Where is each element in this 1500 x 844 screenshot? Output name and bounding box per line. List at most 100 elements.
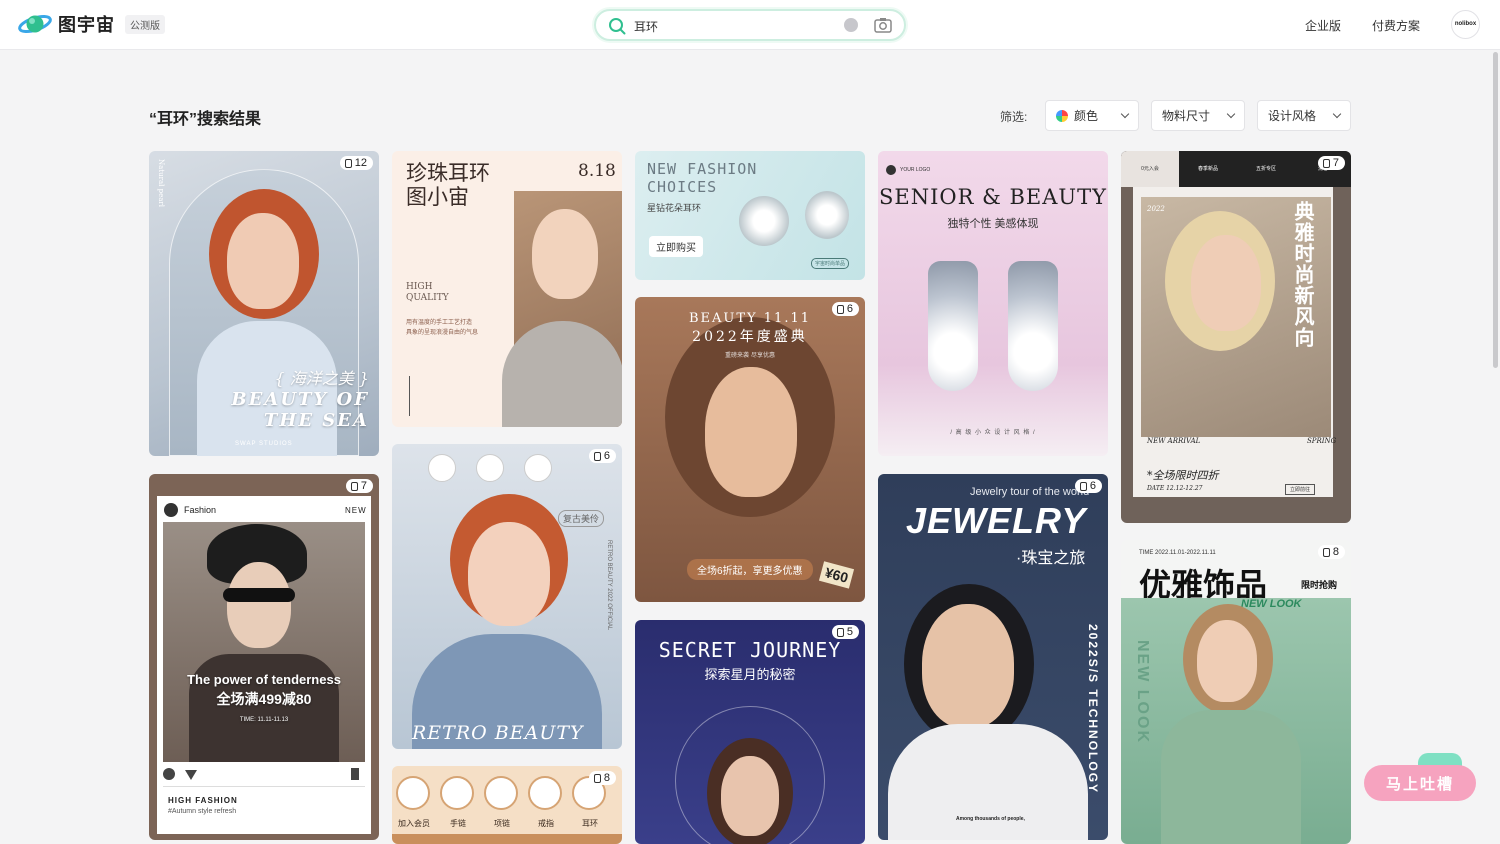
logo[interactable]: 图宇宙 公测版 (18, 11, 165, 37)
portrait-body (502, 321, 622, 427)
beta-badge: 公测版 (125, 14, 165, 34)
card2-quality: HIGH QUALITY (406, 282, 449, 303)
card8-script: RETRO BEAUTY (412, 722, 584, 744)
earring-product (739, 196, 789, 246)
card7-footer-tag: #Autumn style refresh (168, 808, 237, 815)
card1-footer: SWAP STUDIOS (235, 441, 293, 447)
filter-size[interactable]: 物料尺寸 (1151, 100, 1245, 131)
bottom-strip (392, 834, 622, 844)
template-card[interactable]: 8 加入会员 手链 项链 戒指 耳环 (392, 766, 622, 844)
card10-footer: Among thousands of people, (956, 816, 1025, 822)
page-count-badge: 6 (831, 302, 859, 316)
portrait-face (468, 522, 550, 626)
sunglasses-shape (223, 588, 295, 602)
card10-subtitle: ·珠宝之旅 (1016, 550, 1086, 567)
card7-footer-title: HIGH FASHION (168, 796, 238, 805)
card1-text: { 海洋之美 } BEAUTY OF THE SEA (231, 369, 369, 431)
page-count-badge: 7 (1317, 156, 1345, 170)
card8-tag: 复古美伶 (558, 510, 605, 527)
page-count-badge: 7 (345, 479, 373, 493)
card5-promo: *全场限时四折 (1147, 469, 1219, 482)
card5-year: 2022 (1147, 205, 1165, 213)
search-box[interactable]: 耳环 (594, 9, 906, 41)
bookmark-icon (351, 768, 359, 780)
page-count-badge: 12 (339, 156, 373, 170)
card4-footer: / 高 级 小 众 设 计 风 格 / (950, 430, 1036, 436)
portrait-face (532, 209, 598, 299)
template-card[interactable]: 8 TIME 2022.11.01-2022.11.11 优雅饰品 限时抢购 N… (1121, 540, 1351, 844)
template-card[interactable]: 6 复古美伶 RETRO BEAUTY RETRO BEAUTY 2022 OF… (392, 444, 622, 749)
portrait-body (888, 724, 1088, 840)
template-card[interactable]: NEW FASHION CHOICES 星钻花朵耳环 立即购买 宇宙时尚单品 (635, 151, 865, 280)
card7-text: The power of tenderness 全场满499减80 TIME: … (187, 672, 341, 723)
chevron-down-icon (1226, 109, 1236, 119)
filter-color-label: 颜色 (1074, 109, 1099, 123)
portrait-face (1197, 620, 1257, 702)
page-count-badge: 5 (831, 625, 859, 639)
portrait-face (721, 756, 779, 836)
card11-time: TIME 2022.11.01-2022.11.11 (1139, 550, 1216, 556)
chevron-down-icon (1332, 109, 1342, 119)
brand-logo-icon (886, 165, 896, 175)
camera-search-icon[interactable] (874, 17, 892, 38)
template-card[interactable]: 6 Jewelry tour of the world JEWELRY ·珠宝之… (878, 474, 1108, 840)
category-labels: 加入会员 手链 项链 戒指 耳环 (398, 819, 598, 828)
category-icon (396, 776, 430, 810)
filter-color[interactable]: 颜色 (1045, 100, 1139, 131)
results-title: “耳环”搜索结果 (149, 111, 262, 128)
feedback-button[interactable]: 马上吐槽 (1364, 765, 1476, 801)
scrollbar[interactable] (1493, 52, 1498, 368)
like-icon (163, 768, 175, 780)
category-icon (484, 776, 518, 810)
portrait-face (227, 562, 291, 648)
card5-date: DATE 12.12-12.27 (1147, 485, 1203, 492)
filter-label: 筛选: (1000, 110, 1028, 124)
portrait-body (1161, 710, 1301, 844)
card2-title: 珍珠耳环 图小宙 (406, 161, 490, 209)
template-card[interactable]: 5 SECRET JOURNEY 探索星月的秘密 (635, 620, 865, 844)
earring-thumb (524, 454, 552, 482)
template-card[interactable]: 珍珠耳环 图小宙 8.18 HIGH QUALITY 用有温度的手工工艺打造 具… (392, 151, 622, 427)
decor-line (409, 376, 410, 416)
card7-brand: Fashion (184, 505, 217, 515)
search-input[interactable]: 耳环 (634, 18, 658, 35)
search-icon (608, 17, 626, 40)
card10-title: JEWELRY (906, 500, 1087, 541)
planet-logo-icon (18, 11, 52, 37)
template-card[interactable]: 12 { 海洋之美 } BEAUTY OF THE SEA SWAP STUDI… (149, 151, 379, 456)
necklace-thumb (428, 454, 456, 482)
card3-buy-button: 立即购买 (649, 236, 703, 257)
card10-side-text: 2022S/S TECHNOLOGY (1086, 624, 1100, 795)
color-wheel-icon (1056, 109, 1068, 122)
template-card[interactable]: 7 Fashion NEW The power of tenderness 全场… (149, 474, 379, 840)
card3-tag: 宇宙时尚单品 (811, 258, 850, 269)
card10-pretitle: Jewelry tour of the world (970, 486, 1090, 498)
template-card[interactable]: YOUR LOGO SENIOR & BEAUTY 独特个性 美感体现 / 高 … (878, 151, 1108, 456)
category-icon (440, 776, 474, 810)
clear-search-icon[interactable] (844, 18, 858, 32)
template-card[interactable]: 7 0元入会 春季新品 五折专区 清仓 2022 典雅时尚新风向 NEW ARR… (1121, 151, 1351, 523)
card11-sale: 限时抢购 (1301, 580, 1338, 590)
card3-subtitle: 星钻花朵耳环 (647, 203, 702, 213)
nav-pricing[interactable]: 付费方案 (1372, 17, 1420, 34)
card8-side-text: RETRO BEAUTY 2022 OFFICIAL (606, 540, 612, 631)
card4-title: SENIOR & BEAUTY (879, 185, 1107, 209)
template-card[interactable]: 6 BEAUTY 11.11 2022年度盛典 重磅来袭 尽享优惠 全场6折起，… (635, 297, 865, 602)
nav-enterprise[interactable]: 企业版 (1305, 17, 1341, 34)
filter-style[interactable]: 设计风格 (1257, 100, 1351, 131)
card5-spring: SPRING (1307, 437, 1337, 445)
avatar[interactable]: nolibox (1451, 10, 1480, 39)
card2-date: 8.18 (578, 161, 616, 181)
portrait-face (922, 604, 1014, 728)
card6-promo: 全场6折起，享更多优惠 (687, 559, 813, 580)
portrait-face (227, 213, 299, 309)
send-icon (185, 770, 197, 780)
chevron-down-icon (1120, 109, 1130, 119)
card6-text: BEAUTY 11.11 2022年度盛典 重磅来袭 尽享优惠 (689, 311, 811, 359)
category-icon (528, 776, 562, 810)
top-bar: 图宇宙 公测版 耳环 企业版 付费方案 nolibox (0, 0, 1500, 50)
earring-product (805, 191, 849, 239)
necklace-thumb (476, 454, 504, 482)
card11-side-text: NEW LOOK (1134, 640, 1151, 744)
card7-new: NEW (345, 506, 367, 515)
